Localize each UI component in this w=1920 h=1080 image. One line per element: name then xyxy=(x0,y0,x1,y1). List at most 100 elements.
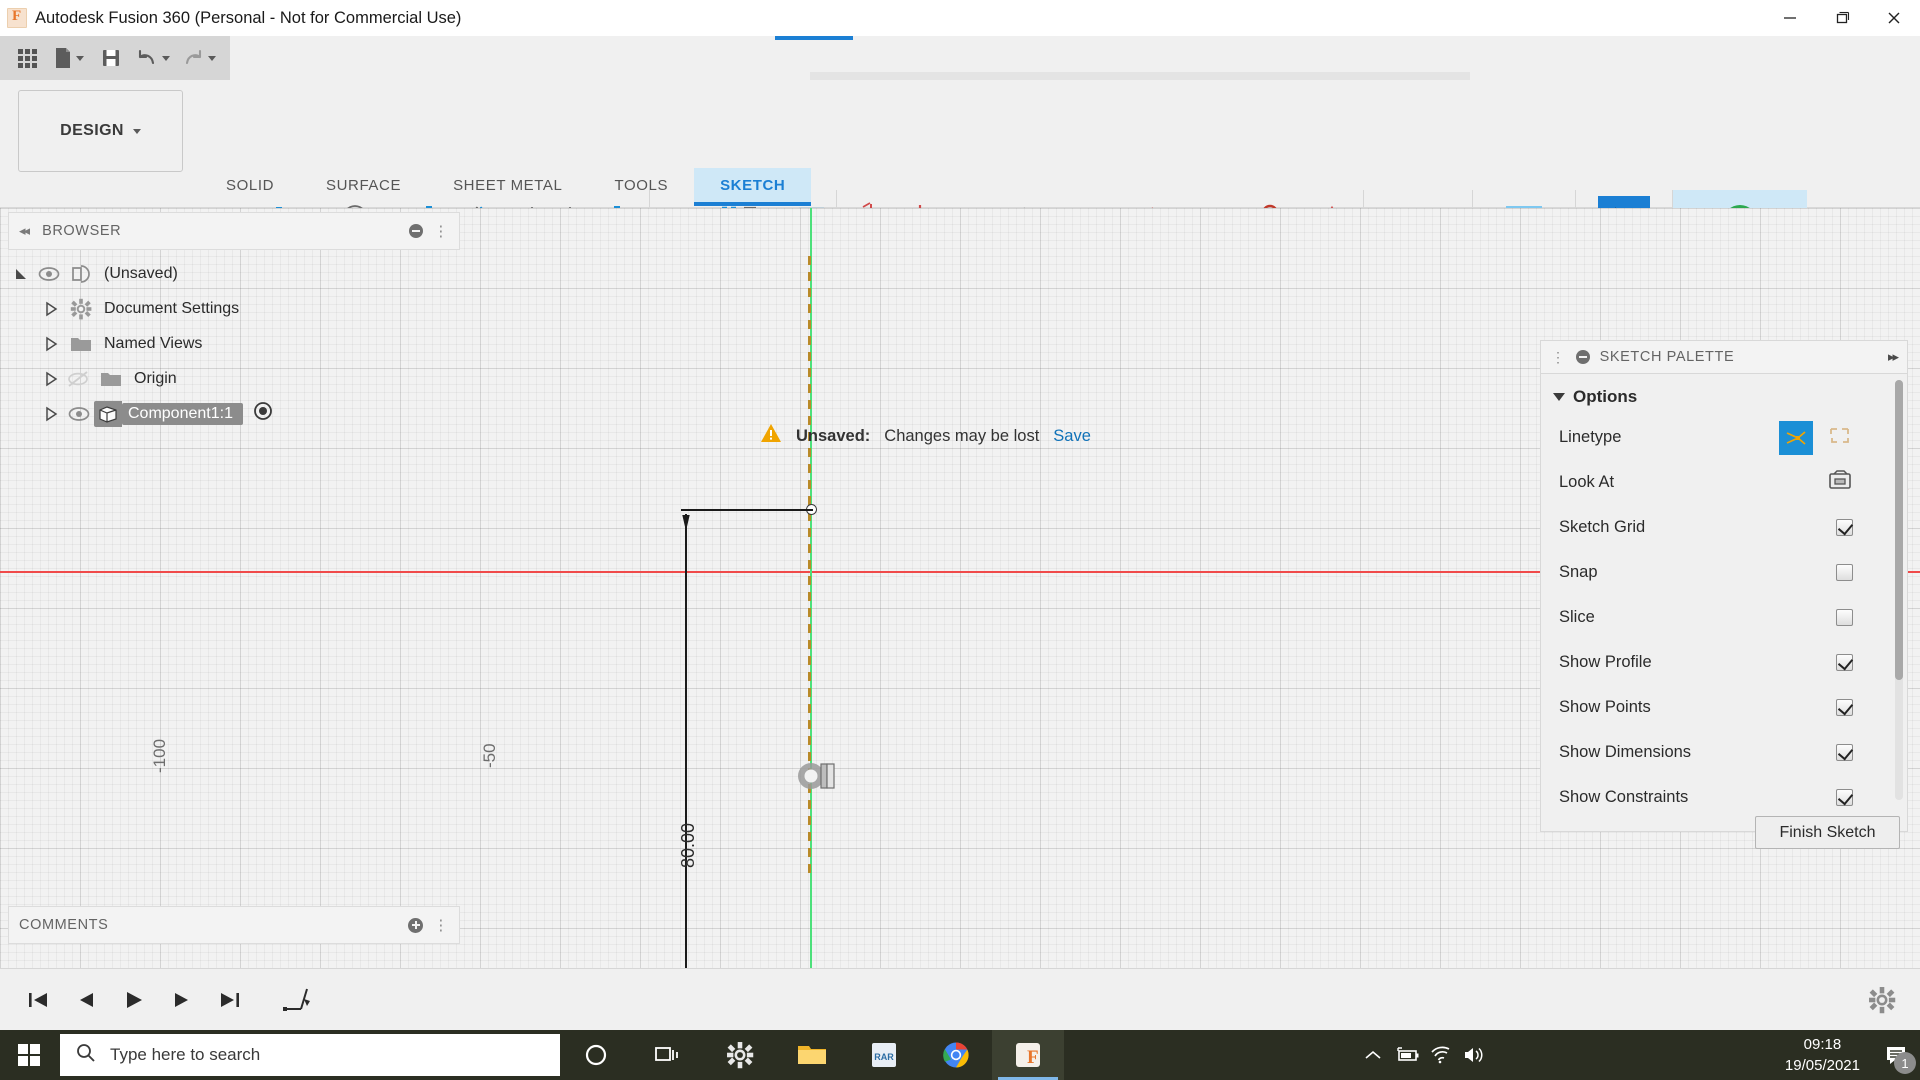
row-label: Show Profile xyxy=(1559,653,1652,671)
app-grid-icon[interactable] xyxy=(8,41,46,75)
visibility-eye-icon[interactable] xyxy=(64,406,94,422)
dimension-line[interactable] xyxy=(685,514,687,1030)
svg-text:RAR: RAR xyxy=(874,1052,894,1062)
linetype-construction-button[interactable] xyxy=(1827,423,1853,452)
browser-item-label: Origin xyxy=(134,369,177,387)
show-points-checkbox[interactable] xyxy=(1836,699,1853,716)
expand-arrow-icon[interactable] xyxy=(38,301,64,317)
battery-charging-icon[interactable] xyxy=(1390,1030,1424,1080)
new-document-icon[interactable] xyxy=(46,41,92,75)
chrome-icon[interactable] xyxy=(920,1030,992,1080)
show-constraints-checkbox[interactable] xyxy=(1836,789,1853,806)
workspace-label: DESIGN xyxy=(60,122,124,139)
component-activate-radio[interactable] xyxy=(253,401,273,426)
browser-tree: (Unsaved) Document Settings Named Views … xyxy=(8,250,460,431)
step-forward-icon[interactable] xyxy=(158,976,206,1024)
expand-arrow-icon[interactable] xyxy=(38,371,64,387)
palette-scrollbar[interactable] xyxy=(1895,380,1903,800)
row-label: Snap xyxy=(1559,563,1598,581)
finish-sketch-button[interactable]: Finish Sketch xyxy=(1755,816,1900,849)
clock-date: 19/05/2021 xyxy=(1784,1057,1860,1074)
fusion360-window: Autodesk Fusion 360 (Personal - Not for … xyxy=(0,0,1920,1080)
close-button[interactable] xyxy=(1868,0,1920,36)
fusion-logo-icon xyxy=(7,8,27,28)
browser-item-component1[interactable]: Component1:1 xyxy=(8,396,460,431)
sketch-palette-title: SKETCH PALETTE xyxy=(1599,349,1735,365)
expand-arrow-icon[interactable] xyxy=(8,266,34,282)
collapse-left-icon[interactable]: ◂◂ xyxy=(19,223,30,239)
grip-icon[interactable]: ⋮ xyxy=(433,916,449,934)
options-section-header[interactable]: Options xyxy=(1541,374,1907,415)
show-dimensions-checkbox[interactable] xyxy=(1836,744,1853,761)
undo-icon[interactable] xyxy=(130,41,176,75)
snap-checkbox[interactable] xyxy=(1836,564,1853,581)
task-view-icon[interactable] xyxy=(632,1030,704,1080)
search-input[interactable]: Type here to search xyxy=(60,1034,560,1076)
browser-item-unsaved[interactable]: (Unsaved) xyxy=(8,256,460,291)
minus-circle-icon[interactable] xyxy=(409,224,424,238)
linetype-normal-button[interactable] xyxy=(1779,420,1813,455)
settings-gear-icon[interactable] xyxy=(704,1030,776,1080)
timeline-bar xyxy=(0,968,1920,1030)
browser-item-origin[interactable]: Origin xyxy=(8,361,460,396)
grip-icon[interactable]: ⋮ xyxy=(433,222,449,240)
plus-circle-icon[interactable] xyxy=(408,917,424,933)
go-to-end-icon[interactable] xyxy=(206,976,254,1024)
fusion360-icon[interactable]: F xyxy=(992,1030,1064,1080)
visibility-hidden-icon[interactable] xyxy=(64,370,94,388)
minimize-button[interactable] xyxy=(1764,0,1816,36)
cortana-icon[interactable] xyxy=(560,1030,632,1080)
sketch-palette: ⋮ SKETCH PALETTE ▸▸ Options Linetype Loo… xyxy=(1540,340,1908,832)
go-to-start-icon[interactable] xyxy=(14,976,62,1024)
redo-icon[interactable] xyxy=(176,41,222,75)
expand-right-icon[interactable]: ▸▸ xyxy=(1888,349,1899,365)
save-link[interactable]: Save xyxy=(1053,427,1091,446)
palette-row-look-at: Look At xyxy=(1541,460,1907,505)
expand-arrow-icon[interactable] xyxy=(38,336,64,352)
ruler-label-1: -50 xyxy=(480,743,499,768)
grip-icon[interactable]: ⋮ xyxy=(1551,349,1566,366)
show-profile-checkbox[interactable] xyxy=(1836,654,1853,671)
sketch-feature-icon[interactable] xyxy=(272,976,320,1024)
visibility-eye-icon[interactable] xyxy=(34,266,64,282)
browser-header: ◂◂ BROWSER ⋮ xyxy=(8,212,460,250)
dimension-value[interactable]: 80.00 xyxy=(678,823,699,868)
expand-arrow-icon[interactable] xyxy=(38,406,64,422)
folder-icon xyxy=(64,334,98,354)
active-tab-accent xyxy=(775,36,853,40)
winrar-icon[interactable]: RAR xyxy=(848,1030,920,1080)
dimension-arrow-top xyxy=(682,515,690,531)
palette-row-snap: Snap xyxy=(1541,550,1907,595)
folder-icon xyxy=(94,369,128,389)
look-at-icon[interactable] xyxy=(1827,468,1853,497)
workspace-selector[interactable]: DESIGN xyxy=(18,90,183,172)
clock-time: 09:18 xyxy=(1803,1036,1842,1053)
row-label: Linetype xyxy=(1559,428,1622,446)
unsaved-banner: Unsaved: Changes may be lost Save xyxy=(760,423,1091,449)
browser-item-named-views[interactable]: Named Views xyxy=(8,326,460,361)
sketch-grid-checkbox[interactable] xyxy=(1836,519,1853,536)
comments-panel[interactable]: COMMENTS ⋮ xyxy=(8,906,460,944)
row-label: Slice xyxy=(1559,608,1595,626)
play-icon[interactable] xyxy=(110,976,158,1024)
gear-icon xyxy=(64,298,98,320)
chevron-up-icon[interactable] xyxy=(1356,1030,1390,1080)
slice-checkbox[interactable] xyxy=(1836,609,1853,626)
warning-icon xyxy=(760,423,782,449)
maximize-button[interactable] xyxy=(1816,0,1868,36)
gear-icon[interactable] xyxy=(1858,976,1906,1024)
comments-title: COMMENTS xyxy=(19,917,109,933)
windows-start-icon[interactable] xyxy=(0,1030,58,1080)
notifications-icon[interactable]: 1 xyxy=(1874,1030,1920,1080)
browser-item-label: Named Views xyxy=(104,334,203,352)
windows-taskbar: Type here to search RAR F 09:18 19/05/20… xyxy=(0,1030,1920,1080)
save-icon[interactable] xyxy=(92,41,130,75)
volume-icon[interactable] xyxy=(1458,1030,1492,1080)
step-back-icon[interactable] xyxy=(62,976,110,1024)
file-explorer-icon[interactable] xyxy=(776,1030,848,1080)
wifi-icon[interactable] xyxy=(1424,1030,1458,1080)
minus-circle-icon[interactable] xyxy=(1575,350,1590,364)
browser-item-document-settings[interactable]: Document Settings xyxy=(8,291,460,326)
quick-access-toolbar xyxy=(0,36,230,80)
taskbar-clock[interactable]: 09:18 19/05/2021 xyxy=(1785,1034,1874,1076)
